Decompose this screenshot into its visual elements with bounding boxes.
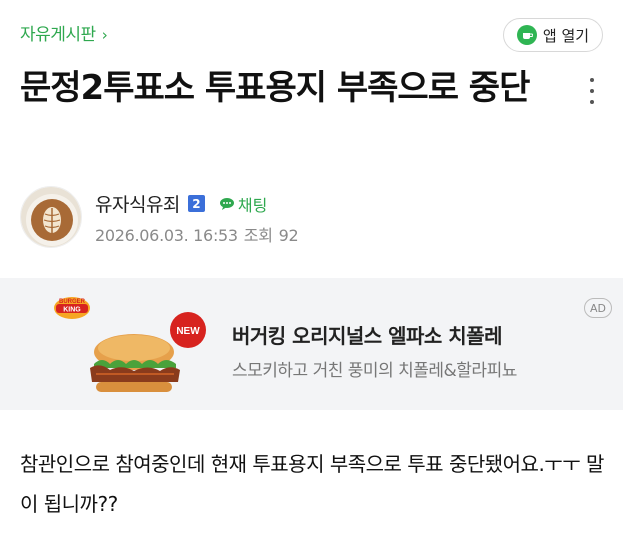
new-badge: NEW [170, 312, 206, 348]
post-body: 참관인으로 참여중인데 현재 투표용지 부족으로 투표 중단됐어요.ㅜㅜ 말이 … [20, 452, 604, 516]
post-title: 문정2투표소 투표용지 부족으로 중단 [20, 68, 530, 108]
chevron-right-icon: › [101, 26, 108, 44]
chat-bubble-icon [219, 197, 234, 210]
post-date: 2026.06.03. 16:53 [95, 226, 238, 245]
author-avatar[interactable] [20, 186, 82, 248]
ad-label-badge: AD [584, 298, 612, 318]
ad-banner[interactable]: BURGER KING NEW 버거킹 오리지널스 엘파소 치폴레 스모키하고 … [0, 278, 623, 410]
chat-label: 채팅 [237, 195, 268, 215]
views-count: 92 [278, 226, 299, 245]
svg-text:BURGER: BURGER [59, 299, 86, 305]
svg-text:KING: KING [63, 307, 81, 314]
member-level-badge: 2 [187, 195, 205, 212]
open-app-button[interactable]: 앱 열기 [503, 18, 603, 52]
board-label: 자유게시판 [20, 25, 96, 45]
more-options-icon[interactable] [586, 78, 598, 104]
ad-description: 스모키하고 거친 풍미의 치폴레&할라피뇨 [232, 361, 517, 381]
cafe-app-icon [516, 25, 537, 45]
ad-image: BURGER KING NEW [50, 294, 218, 404]
svg-text:NEW: NEW [176, 326, 200, 337]
burger-king-logo: BURGER KING [54, 297, 90, 319]
author-name[interactable]: 유자식유죄 [95, 190, 180, 217]
views-label: 조회 [243, 226, 273, 245]
board-breadcrumb-link[interactable]: 자유게시판 › [20, 20, 108, 45]
chat-button[interactable]: 채팅 [219, 192, 267, 216]
post-meta: 2026.06.03. 16:53 조회 92 [95, 222, 304, 246]
open-app-label: 앱 열기 [542, 26, 590, 45]
ad-title: 버거킹 오리지널스 엘파소 치폴레 [232, 324, 503, 348]
author-info: 유자식유죄 2 채팅 [95, 190, 267, 217]
